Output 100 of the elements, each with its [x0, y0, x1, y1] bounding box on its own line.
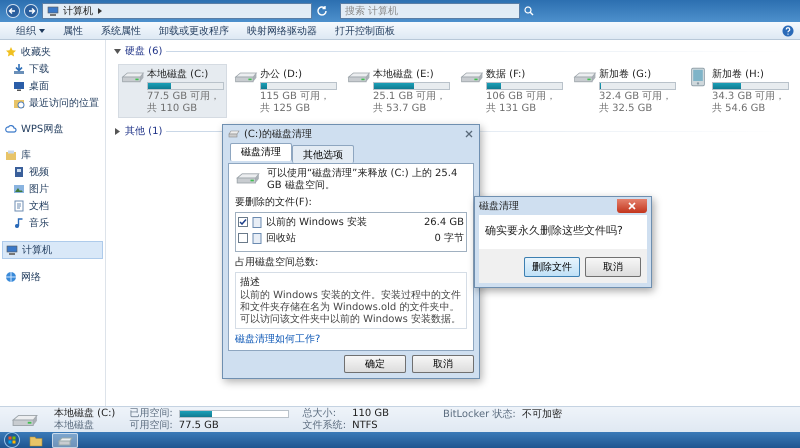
- nav-item[interactable]: 文档: [10, 198, 103, 214]
- picture-icon: [13, 183, 25, 195]
- file-icon: [252, 216, 262, 228]
- computer-icon: [6, 244, 18, 256]
- drive-tile[interactable]: 新加卷 (H:) 34.3 GB 可用，共 54.6 GB: [683, 64, 792, 118]
- drive-tile[interactable]: 新加卷 (G:) 32.4 GB 可用，共 32.5 GB: [570, 64, 679, 118]
- group-header[interactable]: 其他 (1): [125, 124, 162, 138]
- nav-item[interactable]: 网络: [2, 269, 103, 285]
- dialog-button[interactable]: 删除文件: [524, 257, 580, 277]
- nav-item[interactable]: WPS网盘: [2, 121, 103, 137]
- dialog-title: (C:)的磁盘清理: [244, 128, 314, 141]
- forward-icon[interactable]: [24, 4, 38, 18]
- back-icon[interactable]: [6, 4, 20, 18]
- expand-arrow-icon[interactable]: [114, 128, 121, 134]
- help-link[interactable]: 磁盘清理如何工作?: [235, 332, 467, 346]
- chevron-icon[interactable]: [97, 7, 103, 15]
- folder-icon: [13, 97, 25, 109]
- nav-item[interactable]: 计算机: [2, 241, 103, 259]
- tab[interactable]: 磁盘清理: [230, 143, 292, 161]
- toolbar-button[interactable]: 打开控制面板: [329, 22, 401, 38]
- free-space-text: 115 GB 可用，共 125 GB: [260, 91, 332, 115]
- file-size: 0 字节: [434, 232, 464, 245]
- file-name: 以前的 Windows 安装: [266, 216, 368, 229]
- drive-name: 办公 (D:): [260, 68, 302, 81]
- total-size-label: 总大小:: [302, 408, 338, 420]
- nav-item[interactable]: 音乐: [10, 215, 103, 231]
- film-icon: [13, 166, 25, 178]
- summary-text: 可以使用“磁盘清理”来释放 (C:) 上的 25.4 GB 磁盘空间。: [267, 168, 458, 192]
- file-name: 回收站: [266, 232, 297, 245]
- drive-tile[interactable]: 办公 (D:) 115 GB 可用，共 125 GB: [231, 64, 340, 118]
- free-space-text: 34.3 GB 可用，共 54.6 GB: [712, 91, 786, 115]
- file-system-value: NTFS: [352, 420, 379, 432]
- refresh-icon[interactable]: [316, 5, 328, 17]
- globe-icon: [5, 271, 17, 283]
- free-space-text: 25.1 GB 可用，共 53.7 GB: [373, 91, 448, 115]
- description-label: 描述: [240, 276, 261, 289]
- free-space-label: 可用空间:: [129, 420, 173, 432]
- used-space-label: 已用空间:: [129, 408, 173, 420]
- drive-name: 本地磁盘 (C:): [147, 68, 208, 81]
- document-icon: [13, 200, 25, 212]
- toolbar-button[interactable]: 系统属性: [95, 22, 147, 38]
- close-icon[interactable]: [464, 129, 474, 139]
- taskbar-button[interactable]: [52, 432, 78, 448]
- drive-tile[interactable]: 数据 (F:) 106 GB 可用，共 131 GB: [457, 64, 566, 118]
- close-button[interactable]: [617, 199, 647, 213]
- files-label: 要删除的文件(F):: [235, 196, 313, 209]
- drive-icon: [228, 129, 240, 139]
- drive-tile[interactable]: 本地磁盘 (E:) 25.1 GB 可用，共 53.7 GB: [344, 64, 453, 118]
- nav-item[interactable]: 下载: [10, 61, 103, 77]
- checked-checkbox[interactable]: [238, 217, 248, 227]
- total-size-value: 110 GB: [352, 408, 389, 420]
- search-field[interactable]: 搜索 计算机: [340, 3, 520, 19]
- file-icon: [252, 232, 262, 244]
- free-space-value: 77.5 GB: [178, 420, 220, 432]
- cloud-icon: [5, 123, 17, 135]
- drive-name: 新加卷 (H:): [712, 68, 764, 81]
- monitor-icon: [13, 80, 25, 92]
- toolbar-button[interactable]: 卸载或更改程序: [153, 22, 235, 38]
- music-icon: [13, 217, 25, 229]
- collapse-arrow-icon[interactable]: [114, 48, 121, 54]
- file-system-label: 文件系统:: [302, 420, 346, 432]
- download-icon: [13, 63, 25, 75]
- dialog-button[interactable]: 取消: [412, 355, 474, 373]
- folder-icon: [5, 149, 17, 161]
- file-size: 26.4 GB: [424, 216, 464, 228]
- drive-name: 数据 (F:): [486, 68, 526, 81]
- free-space-text: 106 GB 可用，共 131 GB: [486, 91, 558, 115]
- toolbar-button[interactable]: 组织: [10, 22, 51, 38]
- search-icon[interactable]: [524, 6, 534, 16]
- dialog-button[interactable]: 确定: [344, 355, 406, 373]
- message-text: 确实要永久删除这些文件吗?: [485, 224, 623, 237]
- help-icon[interactable]: [782, 24, 794, 36]
- dialog-title: 磁盘清理: [479, 200, 519, 213]
- description-text: 以前的 Windows 安装的文件。安装过程中的文件和文件夹存储在名为 Windows.old 的文件夹中。可以访问该文件夹中以前的 Windows 安装数据。: [240, 290, 462, 326]
- nav-item[interactable]: 视频: [10, 164, 103, 180]
- bitlocker-value: 不可加密: [522, 409, 562, 421]
- file-list[interactable]: 以前的 Windows 安装 26.4 GB 回收站 0 字节: [235, 212, 467, 252]
- toolbar-button[interactable]: 映射网络驱动器: [241, 22, 323, 38]
- group-header[interactable]: 硬盘 (6): [125, 44, 162, 58]
- free-space-text: 32.4 GB 可用，共 32.5 GB: [599, 91, 674, 115]
- nav-item[interactable]: 桌面: [10, 78, 103, 94]
- caret-icon: [39, 28, 45, 32]
- toolbar-button[interactable]: 属性: [57, 22, 89, 38]
- total-space-label: 占用磁盘空间总数:: [235, 256, 320, 269]
- dialog-button[interactable]: 取消: [585, 257, 641, 277]
- address-field[interactable]: 计算机: [42, 3, 312, 19]
- checkbox[interactable]: [238, 233, 248, 243]
- nav-item[interactable]: 图片: [10, 181, 103, 197]
- nav-item[interactable]: 收藏夹: [2, 44, 103, 60]
- drive-name: 本地磁盘 (E:): [373, 68, 434, 81]
- drive-name: 本地磁盘 (C:): [54, 408, 116, 420]
- tab[interactable]: 其他选项: [292, 145, 354, 163]
- star-icon: [5, 46, 17, 58]
- drive-type: 本地磁盘: [54, 420, 95, 432]
- bitlocker-label: BitLocker 状态:: [442, 409, 516, 421]
- free-space-text: 77.5 GB 可用，共 110 GB: [147, 91, 222, 115]
- nav-item[interactable]: 库: [2, 147, 103, 163]
- start-button[interactable]: [4, 432, 20, 448]
- nav-item[interactable]: 最近访问的位置: [10, 95, 103, 111]
- drive-tile[interactable]: 本地磁盘 (C:) 77.5 GB 可用，共 110 GB: [118, 64, 227, 118]
